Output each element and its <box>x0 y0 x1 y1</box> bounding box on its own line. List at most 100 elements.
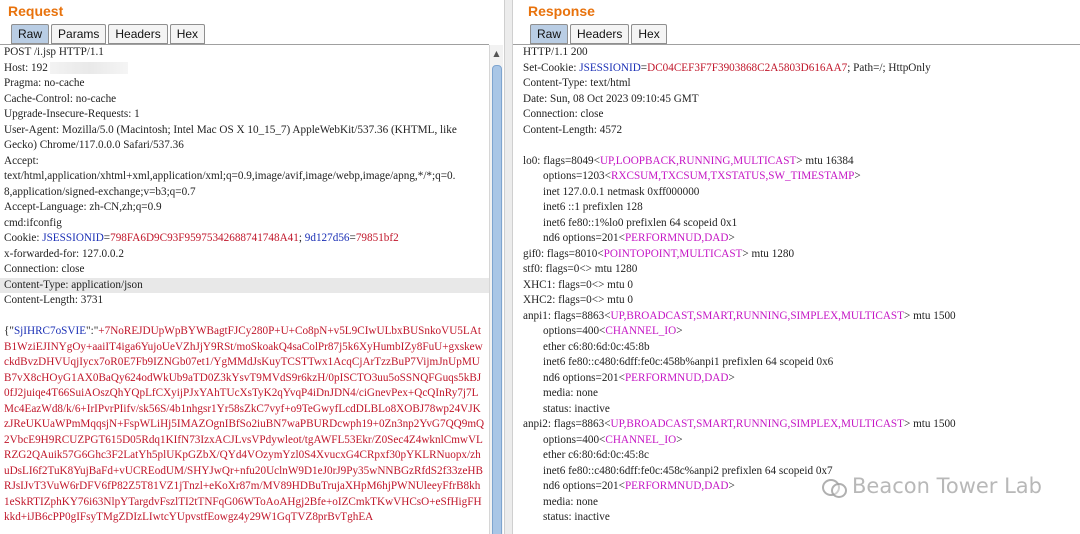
content-type-header: Content-Type: application/json <box>0 277 489 293</box>
txt: > <box>728 371 735 384</box>
body-line: media: none <box>543 387 598 399</box>
status-line: HTTP/1.1 200 <box>523 46 588 58</box>
request-tab-hex[interactable]: Hex <box>169 24 206 44</box>
flags: PERFORMNUD,DAD <box>624 480 729 492</box>
user-agent-header: User-Agent: Mozilla/5.0 (Macintosh; Inte… <box>4 123 457 136</box>
body-line: anpi2: flags=8863<UP,BROADCAST,SMART,RUN… <box>513 417 1080 433</box>
txt: > <box>676 325 683 337</box>
txt: > <box>728 480 735 492</box>
cookie-label: Cookie: <box>4 232 43 244</box>
body-line: XHC2: flags=0<> mtu 0 <box>523 294 633 306</box>
request-tab-raw[interactable]: Raw <box>11 24 50 44</box>
body-line: stf0: flags=0<> mtu 1280 <box>523 263 638 275</box>
request-tab-headers[interactable]: Headers <box>108 24 168 44</box>
body-line: status: inactive <box>543 402 610 415</box>
txt: > mtu 1280 <box>742 247 795 260</box>
body-line: anpi1: flags=8863<UP,BROADCAST,SMART,RUN… <box>513 309 1080 325</box>
body-line: inet6 fe80::c480:6dff:fe0c:458b%anpi1 pr… <box>543 356 834 368</box>
request-scrollbar[interactable]: ▲ <box>489 45 503 534</box>
flags: PERFORMNUD,DAD <box>624 232 729 244</box>
body-line: ether c6:80:6d:0c:45:8c <box>543 449 649 461</box>
upgrade-header: Upgrade-Insecure-Requests: 1 <box>4 108 140 120</box>
cookie2-name: 9d127d56 <box>304 232 350 244</box>
body-brace: {" <box>4 325 14 337</box>
chat-bubbles-icon <box>822 476 848 498</box>
body-line: options=400<CHANNEL_IO> <box>513 324 1080 340</box>
request-panel: Request Raw Params Headers Hex POST /i.j… <box>0 0 504 534</box>
redacted-host <box>49 61 128 74</box>
flags: CHANNEL_IO <box>605 325 677 337</box>
content-length-header: Content-Length: 4572 <box>523 123 623 136</box>
request-line: POST /i.jsp HTTP/1.1 <box>4 46 104 58</box>
body-line: ether c6:80:6d:0c:45:8b <box>543 340 650 353</box>
txt: nd6 options=201< <box>543 232 625 244</box>
body-line: XHC1: flags=0<> mtu 0 <box>523 278 633 291</box>
date-header: Date: Sun, 08 Oct 2023 09:10:45 GMT <box>523 92 699 105</box>
cookie2-value: 79851bf2 <box>355 232 399 244</box>
response-tab-headers[interactable]: Headers <box>570 24 630 44</box>
txt: > <box>854 170 861 182</box>
txt: > mtu 1500 <box>903 309 956 322</box>
txt: > <box>676 433 683 446</box>
txt: nd6 options=201< <box>543 480 625 492</box>
body-line: options=400<CHANNEL_IO> <box>513 433 1080 449</box>
txt: options=1203< <box>543 170 611 182</box>
connection-header: Connection: close <box>4 263 85 275</box>
arrow-up-icon[interactable]: ▲ <box>492 49 501 58</box>
txt: lo0: flags=8049< <box>523 154 600 167</box>
txt: > mtu 16384 <box>796 154 854 167</box>
accept-language-header: Accept-Language: zh-CN,zh;q=0.9 <box>4 201 162 213</box>
response-title: Response <box>528 3 595 19</box>
flags: RXCSUM,TXCSUM,TXSTATUS,SW_TIMESTAMP <box>610 170 855 182</box>
flags: CHANNEL_IO <box>605 433 677 446</box>
host-header: Host: 192 <box>0 61 489 77</box>
user-agent-cont: Gecko) Chrome/117.0.0.0 Safari/537.36 <box>4 139 184 151</box>
cookie-header: Cookie: JSESSIONID=798FA6D9C93F959753426… <box>0 231 489 247</box>
flags: PERFORMNUD,DAD <box>624 371 729 384</box>
watermark: Beacon Tower Lab <box>822 474 1042 498</box>
body-line: options=1203<RXCSUM,TXCSUM,TXSTATUS,SW_T… <box>513 169 1080 185</box>
body-line: inet6 ::1 prefixlen 128 <box>543 201 643 213</box>
flags: UP,LOOPBACK,RUNNING,MULTICAST <box>599 154 797 167</box>
body-line: inet6 fe80::1%lo0 prefixlen 64 scopeid 0… <box>543 216 738 229</box>
watermark-text: Beacon Tower Lab <box>852 474 1042 498</box>
body-line: lo0: flags=8049<UP,LOOPBACK,RUNNING,MULT… <box>513 154 1080 170</box>
set-cookie-name: JSESSIONID <box>579 61 641 74</box>
response-editor[interactable]: HTTP/1.1 200 Set-Cookie: JSESSIONID=DC04… <box>513 44 1080 534</box>
split-divider[interactable] <box>504 0 513 534</box>
response-tab-hex[interactable]: Hex <box>631 24 667 44</box>
cache-control-header: Cache-Control: no-cache <box>4 92 117 105</box>
cookie-name: JSESSIONID <box>42 232 104 244</box>
txt: anpi1: flags=8863< <box>523 309 611 322</box>
set-cookie-value: DC04CEF3F7F3903868C2A5803D616AA7 <box>647 61 848 74</box>
request-tabs: Raw Params Headers Hex <box>11 24 207 44</box>
body-value: +7NoREJDUpWpBYWBagtFJCy280P+U+Co8pN+v5L9… <box>4 325 485 523</box>
request-editor[interactable]: POST /i.jsp HTTP/1.1 Host: 192 Pragma: n… <box>0 44 489 534</box>
txt: > <box>728 232 735 244</box>
body-line: nd6 options=201<PERFORMNUD,DAD> <box>513 231 1080 247</box>
cmd-header: cmd:ifconfig <box>4 216 62 229</box>
response-tab-raw[interactable]: Raw <box>530 24 569 44</box>
body-key: SjIHRC7oSVIE <box>13 325 87 337</box>
txt: options=400< <box>543 433 606 446</box>
set-cookie-header: Set-Cookie: JSESSIONID=DC04CEF3F7F390386… <box>513 61 1080 77</box>
body-line: inet 127.0.0.1 netmask 0xff000000 <box>543 185 700 198</box>
set-cookie-label: Set-Cookie: <box>523 61 580 74</box>
request-tab-params[interactable]: Params <box>51 24 107 44</box>
body-line: gif0: flags=8010<POINTOPOINT,MULTICAST> … <box>513 247 1080 263</box>
host-text: Host: 192 <box>4 61 48 74</box>
accept-value-cont: 8,application/signed-exchange;v=b3;q=0.7 <box>4 185 196 198</box>
content-length-header: Content-Length: 3731 <box>4 294 104 306</box>
txt: nd6 options=201< <box>543 371 625 384</box>
flags: POINTOPOINT,MULTICAST <box>603 247 743 260</box>
scroll-thumb[interactable] <box>492 65 502 534</box>
connection-header: Connection: close <box>523 108 604 120</box>
flags: UP,BROADCAST,SMART,RUNNING,SIMPLEX,MULTI… <box>610 418 904 430</box>
body-line: nd6 options=201<PERFORMNUD,DAD> <box>513 371 1080 387</box>
set-cookie-attrs: ; Path=/; HttpOnly <box>847 61 931 74</box>
accept-value: text/html,application/xhtml+xml,applicat… <box>4 170 456 182</box>
txt: gif0: flags=8010< <box>523 247 604 260</box>
accept-header: Accept: <box>4 154 39 167</box>
